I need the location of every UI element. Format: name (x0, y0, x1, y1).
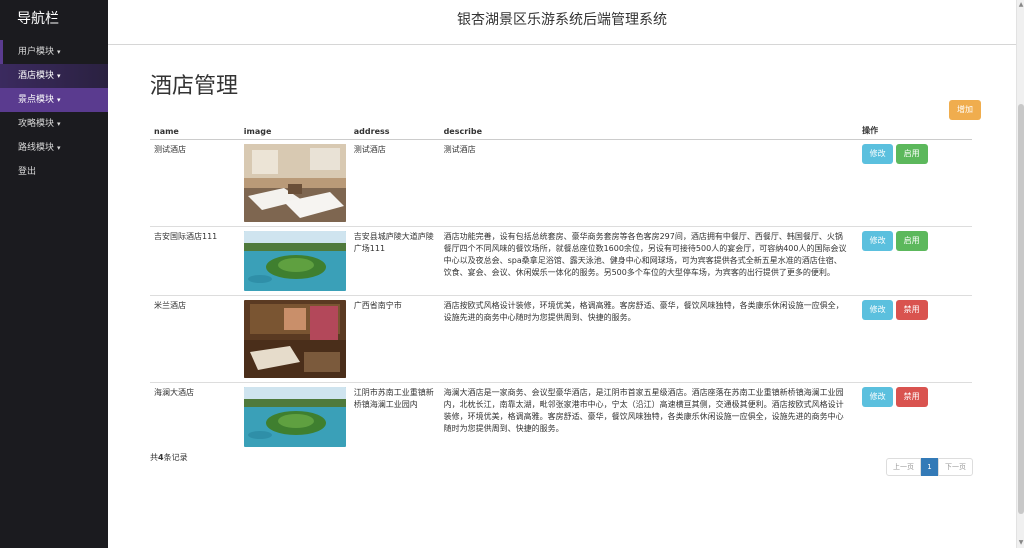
caret-down-icon: ▾ (57, 96, 61, 104)
sidebar-item-user[interactable]: 用户模块 ▾ (0, 40, 108, 64)
sidebar-item-label: 用户模块 (18, 47, 55, 57)
add-button[interactable]: 增加 (949, 100, 981, 120)
sidebar-title: 导航栏 (17, 11, 59, 27)
sidebar-item-route[interactable]: 路线模块 ▾ (0, 136, 108, 160)
hotel-address: 测试酒店 (349, 138, 440, 226)
column-header-image: image (239, 120, 350, 140)
prev-page-button[interactable]: 上一页 (886, 458, 921, 476)
column-header-actions: 操作 (858, 120, 972, 140)
caret-down-icon: ▾ (57, 72, 61, 80)
hotel-image (243, 230, 346, 291)
hotel-describe: 酒店按欧式风格设计装修，环境优美，格调高雅。客房舒适、豪华，餐饮风味独特，各类康… (439, 294, 859, 382)
record-count-suffix: 条记录 (163, 453, 188, 462)
hotel-address: 江阴市苏南工业重镇新桥镇海澜工业园内 (349, 381, 440, 451)
page-1-button[interactable]: 1 (921, 458, 938, 476)
scroll-thumb[interactable] (1018, 104, 1024, 514)
sidebar-item-guide[interactable]: 攻略模块 ▾ (0, 112, 108, 136)
column-header-describe: describe (439, 120, 859, 140)
hotel-address: 吉安县城庐陵大道庐陵广场111 (349, 225, 440, 295)
hotel-describe: 海澜大酒店是一家商务、会议型豪华酒店，是江阴市首家五星级酒店。酒店座落在苏南工业… (439, 381, 859, 451)
edit-button[interactable]: 修改 (862, 386, 894, 407)
sidebar-item-label: 攻略模块 (18, 119, 55, 129)
hotel-image (243, 143, 346, 222)
table-row: 测试酒店 测试酒店 测试酒店 修改 启用 (150, 138, 972, 226)
edit-button[interactable]: 修改 (862, 230, 894, 251)
page-title: 酒店管理 (150, 74, 239, 99)
sidebar-item-hotel[interactable]: 酒店模块 ▾ (0, 64, 108, 88)
caret-down-icon: ▾ (57, 48, 61, 56)
sidebar-item-label: 景点模块 (18, 95, 55, 105)
page-header: 银杏湖景区乐游系统后端管理系统 (108, 0, 1016, 45)
table-row: 海澜大酒店 江阴市苏南工业重镇新桥镇海澜工业园内 海澜大酒店是一家商务、会议型豪… (150, 381, 972, 451)
table-header-row: name image address describe 操作 (150, 120, 972, 140)
sidebar-item-label: 登出 (18, 167, 37, 177)
pagination: 上一页 1 下一页 (886, 458, 973, 476)
sidebar-item-label: 路线模块 (18, 143, 55, 153)
sidebar-item-scenic[interactable]: 景点模块 ▾ (0, 88, 108, 112)
table-row: 米兰酒店 广西省南宁市 酒店按欧式风格设计装修，环境优美，格调高雅。客房舒适、豪… (150, 294, 972, 382)
hotel-describe: 酒店功能完善，设有包括总统套房、豪华商务套房等各色客房297间，酒店拥有中餐厅、… (439, 225, 859, 295)
scrollbar[interactable]: ▲ ▼ (1016, 0, 1024, 548)
sidebar-item-label: 酒店模块 (18, 71, 55, 81)
caret-down-icon: ▾ (57, 144, 61, 152)
disable-button[interactable]: 禁用 (895, 299, 928, 320)
record-count-prefix: 共 (150, 453, 158, 462)
hotel-describe: 测试酒店 (439, 138, 859, 226)
table-row: 吉安国际酒店111 吉安县城庐陵大道庐陵广场111 酒店功能完善，设有包括总统套… (150, 225, 972, 295)
hotel-image (243, 386, 346, 447)
enable-button[interactable]: 启用 (895, 143, 928, 164)
edit-button[interactable]: 修改 (862, 143, 894, 164)
hotel-name: 测试酒店 (150, 138, 240, 226)
scroll-down-icon[interactable]: ▼ (1017, 538, 1024, 548)
edit-button[interactable]: 修改 (862, 299, 894, 320)
hotel-name: 吉安国际酒店111 (150, 225, 240, 295)
hotel-name: 米兰酒店 (150, 294, 240, 382)
hotel-table: name image address describe 操作 测试酒店 测试酒店… (150, 120, 972, 451)
header-title: 银杏湖景区乐游系统后端管理系统 (457, 12, 667, 28)
column-header-name: name (150, 120, 240, 140)
hotel-address: 广西省南宁市 (349, 294, 440, 382)
scroll-up-icon[interactable]: ▲ (1017, 0, 1024, 10)
caret-down-icon: ▾ (57, 120, 61, 128)
next-page-button[interactable]: 下一页 (938, 458, 973, 476)
sidebar-item-logout[interactable]: 登出 (0, 160, 108, 184)
record-count: 共4条记录 (150, 452, 188, 463)
disable-button[interactable]: 禁用 (895, 386, 928, 407)
hotel-name: 海澜大酒店 (150, 381, 240, 451)
enable-button[interactable]: 启用 (895, 230, 928, 251)
column-header-address: address (349, 120, 440, 140)
sidebar: 导航栏 用户模块 ▾ 酒店模块 ▾ 景点模块 ▾ 攻略模块 ▾ 路线模块 ▾ 登出 (0, 0, 108, 548)
hotel-image (243, 299, 346, 378)
